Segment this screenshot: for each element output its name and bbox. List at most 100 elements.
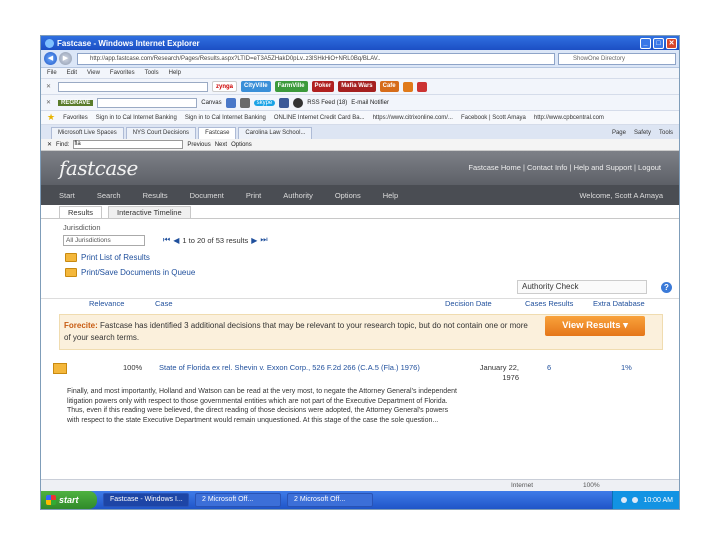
- tab-interactive-timeline[interactable]: Interactive Timeline: [108, 206, 191, 218]
- internet-explorer-icon: [45, 38, 54, 48]
- top-links[interactable]: Fastcase Home | Contact Info | Help and …: [468, 163, 661, 172]
- facebook-icon[interactable]: [279, 97, 290, 108]
- forecite-box: Forecite: Fastcase has identified 3 addi…: [59, 314, 663, 350]
- jurisdiction-select[interactable]: All Jurisdictions: [63, 235, 145, 246]
- canvas-button[interactable]: Canvas: [201, 100, 221, 106]
- favorite-link[interactable]: https://www.citrixonline.com/...: [373, 115, 453, 121]
- email-notifier-button[interactable]: E-mail Notifier: [351, 100, 389, 106]
- column-decision-date[interactable]: Decision Date: [445, 299, 492, 311]
- tab-results[interactable]: Results: [59, 206, 103, 218]
- close-toolbar-icon[interactable]: ✕: [46, 83, 54, 90]
- result-case-link[interactable]: State of Florida ex rel. Shevin v. Exxon…: [159, 363, 449, 373]
- menu-edit[interactable]: Edit: [67, 70, 77, 76]
- close-find-icon[interactable]: ✕: [47, 141, 52, 148]
- add-to-queue-icon[interactable]: [53, 363, 67, 374]
- close-toolbar-icon[interactable]: ✕: [46, 99, 54, 106]
- close-button[interactable]: ✕: [666, 37, 677, 49]
- find-next-button[interactable]: Next: [215, 142, 227, 148]
- zoom-level[interactable]: 100%: [583, 482, 600, 489]
- nav-search[interactable]: Search: [97, 191, 121, 200]
- menu-favorites[interactable]: Favorites: [110, 70, 135, 76]
- last-page-icon[interactable]: ⏭: [260, 235, 267, 245]
- toolbar-search-combo[interactable]: [97, 97, 198, 108]
- taskbar-item[interactable]: 2 Microsoft Off...: [195, 493, 281, 507]
- favorite-link[interactable]: ONLINE Internet Credit Card Ba...: [274, 115, 365, 121]
- farmville-button[interactable]: FarmVille: [274, 81, 308, 92]
- media-icon[interactable]: [293, 97, 304, 108]
- find-options-button[interactable]: Options: [231, 142, 252, 148]
- first-page-icon[interactable]: ⏮: [163, 235, 170, 245]
- toolbar-search-combo[interactable]: [58, 81, 208, 92]
- mafia-wars-button[interactable]: Mafia Wars: [338, 81, 376, 92]
- favorites-bar: ★ Favorites Sign in to Cal Internet Bank…: [41, 111, 679, 125]
- grid-icon[interactable]: [225, 97, 236, 108]
- help-icon[interactable]: ?: [661, 282, 672, 293]
- print-save-link[interactable]: Print/Save Documents in Queue: [65, 268, 195, 277]
- fastcase-header: fastcase Fastcase Home | Contact Info | …: [41, 151, 679, 185]
- page-menu[interactable]: Page: [612, 127, 626, 139]
- nav-authority[interactable]: Authority: [283, 191, 313, 200]
- taskbar-item[interactable]: Fastcase - Windows I...: [103, 493, 189, 507]
- regrave-logo[interactable]: REGRAVE: [58, 99, 94, 106]
- column-cases-results[interactable]: Cases Results: [525, 299, 573, 311]
- menu-help[interactable]: Help: [169, 70, 181, 76]
- skype-button[interactable]: skype: [253, 99, 276, 106]
- column-case[interactable]: Case: [155, 299, 173, 311]
- back-button[interactable]: ◀: [44, 52, 57, 65]
- menu-tools[interactable]: Tools: [145, 70, 159, 76]
- column-relevance[interactable]: Relevance: [89, 299, 124, 311]
- authority-check-button[interactable]: Authority Check: [517, 280, 647, 294]
- poker-button[interactable]: Poker: [311, 81, 335, 92]
- tray-icon[interactable]: [632, 497, 639, 503]
- game-icon[interactable]: [402, 81, 413, 92]
- taskbar-item[interactable]: 2 Microsoft Off...: [287, 493, 373, 507]
- nav-options[interactable]: Options: [335, 191, 361, 200]
- url-field[interactable]: http://app.fastcase.com/Research/Pages/R…: [77, 52, 555, 65]
- column-extra-database[interactable]: Extra Database: [593, 299, 645, 311]
- fastcase-logo[interactable]: fastcase: [59, 156, 138, 180]
- cafe-button[interactable]: Cafe: [379, 81, 399, 92]
- tools-menu[interactable]: Tools: [659, 127, 673, 139]
- tray-icon[interactable]: [621, 497, 628, 503]
- favorite-link[interactable]: Sign in to Cal Internet Banking: [185, 115, 266, 121]
- find-previous-button[interactable]: Previous: [187, 142, 210, 148]
- nav-help[interactable]: Help: [383, 191, 398, 200]
- favorite-link[interactable]: http://www.cpbcentral.com: [534, 115, 604, 121]
- view-results-button[interactable]: View Results ▾: [545, 316, 645, 336]
- window-titlebar: Fastcase - Windows Internet Explorer _ □…: [41, 36, 679, 50]
- browser-tab[interactable]: Microsoft Live Spaces: [51, 127, 124, 139]
- command-bar: Page Safety Tools: [612, 127, 679, 139]
- nav-document[interactable]: Document: [190, 191, 224, 200]
- safety-menu[interactable]: Safety: [634, 127, 651, 139]
- menu-file[interactable]: File: [47, 70, 57, 76]
- game-icon[interactable]: [416, 81, 427, 92]
- nav-results[interactable]: Results: [143, 191, 168, 200]
- browser-tab-active[interactable]: Fastcase: [198, 127, 237, 139]
- browser-tab[interactable]: Carolina Law School...: [238, 127, 313, 139]
- result-cases-count[interactable]: 6: [547, 363, 551, 372]
- result-extra[interactable]: 1%: [621, 363, 632, 372]
- zynga-button[interactable]: zynga: [212, 81, 238, 92]
- results-panel: Jurisdiction All Jurisdictions ⏮ ◀ 1 to …: [41, 219, 679, 439]
- games-toolbar: ✕ zynga CityVille FarmVille Poker Mafia …: [41, 79, 679, 95]
- print-list-link[interactable]: Print List of Results: [65, 253, 150, 262]
- nav-print[interactable]: Print: [246, 191, 261, 200]
- nav-start[interactable]: Start: [59, 191, 75, 200]
- favorite-link[interactable]: Sign in to Cal Internet Banking: [96, 115, 177, 121]
- search-input[interactable]: ShowOne Directory: [558, 52, 676, 65]
- favorites-star-icon[interactable]: ★: [47, 112, 55, 123]
- favorites-button[interactable]: Favorites: [63, 115, 88, 121]
- rss-feed-button[interactable]: RSS Feed (18): [307, 100, 347, 106]
- menu-view[interactable]: View: [87, 70, 100, 76]
- prev-page-icon[interactable]: ◀: [173, 236, 179, 245]
- favorite-link[interactable]: Facebook | Scott Amaya: [461, 115, 526, 121]
- tools-icon[interactable]: [239, 97, 250, 108]
- cityville-button[interactable]: CityVille: [241, 81, 271, 92]
- next-page-icon[interactable]: ▶: [251, 236, 257, 245]
- start-button[interactable]: start: [41, 491, 97, 509]
- forward-button[interactable]: ▶: [59, 52, 72, 65]
- minimize-button[interactable]: _: [640, 37, 651, 49]
- find-input[interactable]: fla: [73, 140, 184, 149]
- maximize-button[interactable]: □: [653, 37, 664, 49]
- browser-tab[interactable]: NYS Court Decisions: [125, 127, 197, 139]
